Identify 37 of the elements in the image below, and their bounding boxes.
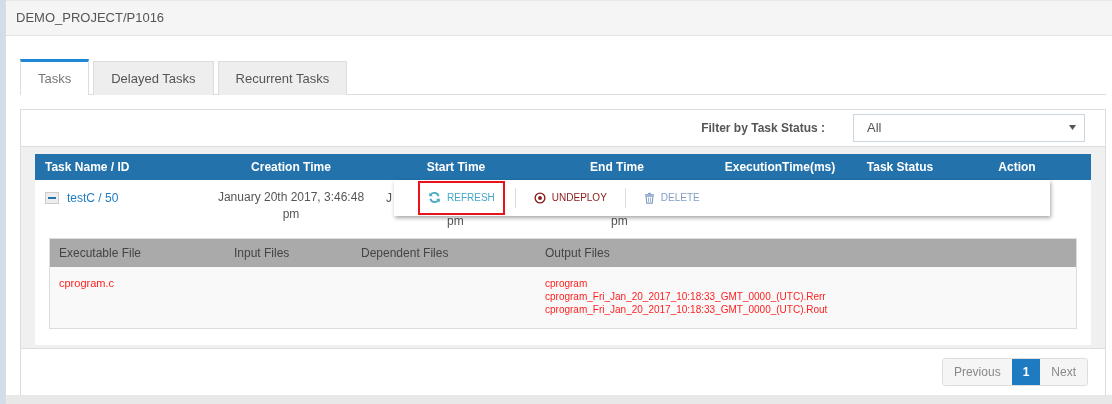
status-dropdown[interactable]: All: [853, 113, 1085, 142]
page-button[interactable]: 1: [1011, 358, 1041, 385]
column-header: Action: [997, 159, 1037, 174]
file-name: cprogram_Fri_Jan_20_2017_10:18:33_GMT_0000_(UTC).Rout: [545, 302, 829, 316]
page-button[interactable]: Next: [1040, 358, 1087, 385]
file-name: cprogram_Fri_Jan_20_2017_10:18:33_GMT_0000_(UTC).Rerr: [545, 289, 827, 303]
column-header: Output Files: [544, 245, 611, 260]
refresh-icon: [428, 191, 441, 205]
breadcrumb: DEMO_PROJECT/P1016: [16, 10, 165, 26]
column-header: Executable File: [58, 245, 143, 260]
column-header: Creation Time: [250, 159, 332, 174]
page-button[interactable]: Previous: [942, 358, 1012, 385]
menu-item[interactable]: REFRESH: [418, 180, 505, 215]
table-cell: pm: [447, 213, 464, 228]
column-header: Task Name / ID: [44, 159, 131, 174]
column-header: ExecutionTime(ms): [723, 159, 837, 174]
tab[interactable]: Recurrent Tasks: [217, 60, 348, 95]
trash-icon: [643, 191, 655, 204]
column-header: Start Time: [425, 159, 487, 174]
collapse-icon[interactable]: [45, 191, 59, 204]
tab[interactable]: Tasks: [20, 58, 90, 95]
caret-icon: [1069, 125, 1076, 131]
table-cell: J: [386, 190, 392, 205]
filter-label: Filter by Task Status :: [701, 120, 825, 135]
table-cell-text: January 20th 2017, 3:46:48 pm: [216, 188, 366, 223]
target-icon: [533, 191, 546, 204]
task-link[interactable]: testC / 50: [67, 190, 119, 205]
column-header: Task Status: [865, 159, 935, 174]
column-header: End Time: [589, 159, 645, 174]
menu-item[interactable]: UNDEPLOY: [525, 180, 615, 215]
tab[interactable]: Delayed Tasks: [93, 60, 214, 95]
file-name: cprogram.c: [59, 276, 116, 290]
column-header: Dependent Files: [360, 245, 450, 260]
column-header: Input Files: [233, 245, 291, 260]
menu-item[interactable]: DELETE: [635, 180, 708, 215]
file-name: cprogram: [545, 276, 589, 290]
table-cell: pm: [611, 213, 628, 228]
